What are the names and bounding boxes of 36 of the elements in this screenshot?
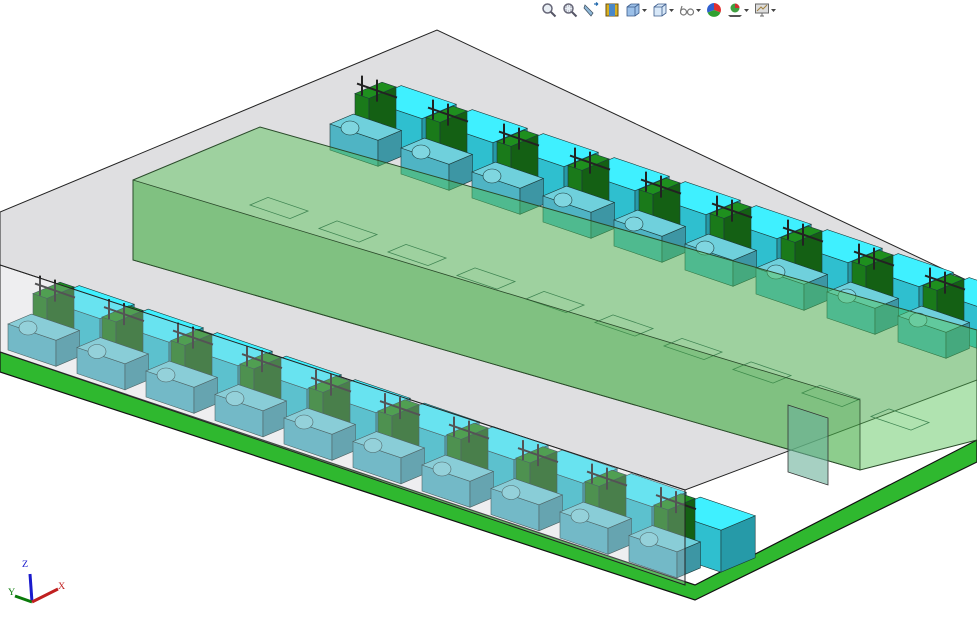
caret-icon xyxy=(642,8,647,12)
camera-arrow-icon xyxy=(583,2,599,18)
workbench-outline xyxy=(524,290,586,314)
caret-icon xyxy=(669,8,674,12)
workbench-outline xyxy=(456,267,516,290)
monitor-icon xyxy=(754,2,770,18)
magnifier-icon xyxy=(562,2,578,18)
zoom-area-button[interactable] xyxy=(561,1,579,19)
workbench-outline xyxy=(386,244,448,266)
axis-label: X xyxy=(58,582,66,592)
caret-icon xyxy=(744,8,749,12)
caret-icon xyxy=(696,8,701,12)
view-settings-button[interactable] xyxy=(753,1,777,19)
scene-icon xyxy=(727,2,743,18)
workbench-outline xyxy=(248,196,310,220)
magnifier-icon xyxy=(541,2,557,18)
color-ball-icon xyxy=(706,2,722,18)
workbench-outline xyxy=(318,220,378,243)
axis-label: Z xyxy=(22,560,28,570)
cube-icon xyxy=(652,2,668,18)
workbench-outline xyxy=(662,338,724,360)
caret-icon xyxy=(771,8,776,12)
workbench-outline xyxy=(732,361,792,384)
appearance-button[interactable] xyxy=(705,1,723,19)
section-cube-icon xyxy=(604,2,620,18)
previous-view-button[interactable] xyxy=(582,1,600,19)
workbench-outline xyxy=(800,384,862,408)
workbench-outline xyxy=(870,408,930,431)
zoom-fit-button[interactable] xyxy=(540,1,558,19)
cube-icon xyxy=(625,2,641,18)
scene-button[interactable] xyxy=(726,1,750,19)
workbench-outline xyxy=(594,314,654,337)
view-orientation-button[interactable] xyxy=(624,1,648,19)
axis-label: Y xyxy=(8,588,16,598)
display-style-button[interactable] xyxy=(651,1,675,19)
section-view-button[interactable] xyxy=(603,1,621,19)
